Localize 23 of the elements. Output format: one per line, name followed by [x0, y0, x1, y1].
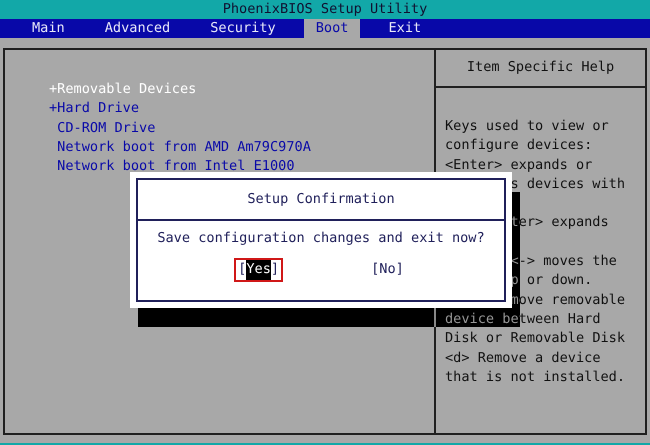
boot-device-item[interactable]: Network boot from AMD Am79C970A [49, 138, 311, 158]
menu-tab[interactable]: Advanced [92, 19, 182, 38]
help-text-line: p or down. [510, 271, 592, 290]
dialog-message: Save configuration changes and exit now? [157, 229, 485, 248]
help-text-line: Disk or Removable Disk [445, 329, 626, 348]
boot-device-item[interactable]: +Hard Drive [49, 99, 140, 119]
help-text-line: s devices with [510, 174, 626, 194]
dialog-title: Setup Confirmation [247, 190, 395, 209]
menu-tab[interactable]: Security [198, 19, 288, 38]
window-title: PhoenixBIOS Setup Utility [222, 0, 428, 19]
menu-tab[interactable]: Boot [304, 19, 360, 38]
dialog-option[interactable]: [Yes] [234, 258, 284, 282]
help-text-line: <Enter> expands or [445, 156, 592, 175]
help-text-line: that is not installed. [445, 368, 626, 387]
help-heading: Item Specific Help [466, 58, 614, 78]
help-text-line: <d> Remove a device [445, 348, 600, 368]
boot-device-item[interactable]: CD-ROM Drive [49, 118, 156, 138]
help-text-line: configure devices: [445, 136, 592, 156]
boot-device-item[interactable]: Network boot from Intel E1000 [49, 157, 295, 176]
menu-tab[interactable]: Exit [376, 19, 434, 38]
dialog-option[interactable]: [No] [367, 258, 408, 282]
menu-tab[interactable]: Main [20, 19, 77, 38]
help-text-line: Keys used to view or [445, 117, 609, 136]
